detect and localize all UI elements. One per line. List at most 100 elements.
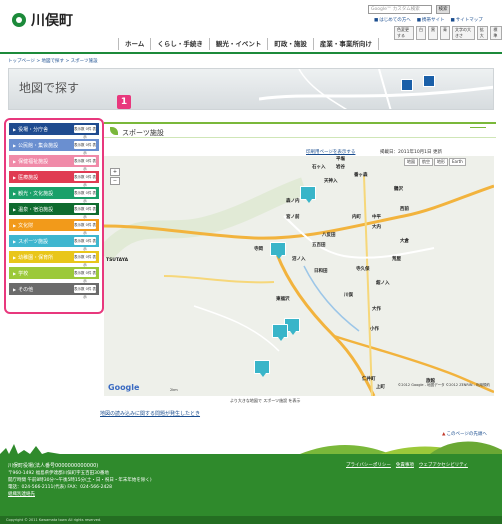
category-other[interactable]: ▶ その他 表示数 0件 表示 xyxy=(9,283,99,299)
map-roads xyxy=(104,156,494,396)
sitemap-link[interactable]: サイトマップ xyxy=(451,17,483,23)
nav-tourism[interactable]: 観光・イベント xyxy=(208,38,268,50)
font-standard-button[interactable]: 標準 xyxy=(490,26,502,40)
zoom-in-button[interactable]: + xyxy=(110,168,120,176)
category-label: 役場・分庁舎 xyxy=(18,126,49,133)
nav-living[interactable]: くらし・手続き xyxy=(150,38,209,50)
arrow-right-icon: ▶ xyxy=(13,126,17,132)
color-white-button[interactable]: 白 xyxy=(416,26,426,40)
map-place-label: 大内 xyxy=(372,225,381,230)
color-change-label: 色変更する xyxy=(394,26,414,40)
page-top-link[interactable]: このページの先頭へ xyxy=(442,431,486,437)
font-size-label: 文字の大きさ xyxy=(452,26,475,40)
google-map[interactable]: + − 地図 航空 地形 Earth 石ヶ入 岩谷 平塩 番ヶ森 天神入 森ノ内… xyxy=(104,156,494,396)
category-count-button[interactable]: 表示数 0件 表示 xyxy=(74,237,96,251)
larger-map-note[interactable]: より大きな地図で スポーツ施設 を表示 xyxy=(230,398,300,403)
category-cultural-asset[interactable]: ▶ 文化財 表示数 0件 表示 xyxy=(9,219,99,235)
search-input[interactable]: Google™ カスタム検索 xyxy=(368,5,432,14)
map-place-label: 天神入 xyxy=(324,179,338,184)
map-place-label: 東福沢 xyxy=(276,297,290,302)
category-government[interactable]: ▶ 役場・分庁舎 表示数 0件 表示 xyxy=(9,123,99,139)
category-label: スポーツ施設 xyxy=(18,238,48,245)
accessibility-link[interactable]: ウェブアクセシビリティ xyxy=(419,462,468,468)
map-search-banner: 地図で探す xyxy=(8,68,494,110)
site-header: 川俣町 Google™ カスタム検索 検索 はじめての方へ 携帯サイト サイトマ… xyxy=(0,0,502,40)
category-label: 学校 xyxy=(18,270,29,277)
category-label: 温泉・宿泊施設 xyxy=(18,206,54,213)
category-count-button[interactable]: 表示数 0件 表示 xyxy=(74,253,96,267)
map-problem-link[interactable]: 地図の読み込みに関する問題が発生したとき xyxy=(100,410,200,417)
font-enlarge-button[interactable]: 拡大 xyxy=(476,26,489,40)
site-logo[interactable]: 川俣町 xyxy=(12,10,73,30)
leaf-icon xyxy=(110,127,118,135)
site-footer: 川俣町役場(法人番号0000000000000) 〒960-1492 福島県伊達… xyxy=(0,456,502,524)
category-count-button[interactable]: 表示数 0件 表示 xyxy=(74,157,96,171)
category-count-button[interactable]: 表示数 0件 表示 xyxy=(74,205,96,219)
map-place-label: 西前 xyxy=(400,207,409,212)
map-place-label: 森ノ内 xyxy=(286,199,300,204)
sports-facility-marker[interactable] xyxy=(270,242,286,259)
map-place-label: 鶴沢 xyxy=(394,187,403,192)
hours-line: 開庁時間 午前8時30分～午後5時15分(土・日・祝日・年末年始を除く) xyxy=(8,478,152,483)
map-place-label: 八反田 xyxy=(322,233,336,238)
map-type-satellite[interactable]: 航空 xyxy=(419,158,433,166)
category-count-button[interactable]: 表示数 0件 表示 xyxy=(74,141,96,155)
map-copyright[interactable]: ©2012 Google - 地図データ ©2012 ZENRIN - 利用規約 xyxy=(398,383,490,388)
banner-pin-icon xyxy=(401,79,413,91)
privacy-policy-link[interactable]: プライバシーポリシー xyxy=(346,462,391,468)
beginners-link[interactable]: はじめての方へ xyxy=(374,17,411,23)
contacts-link[interactable]: 組織別連絡先 xyxy=(8,491,152,498)
category-sidebar: ▶ 役場・分庁舎 表示数 0件 表示 ▶ 公民館・集会施設 表示数 0件 表示 … xyxy=(4,118,104,314)
nav-business[interactable]: 産業・事業所向け xyxy=(312,38,379,50)
category-count-button[interactable]: 表示数 0件 表示 xyxy=(74,125,96,139)
category-label: 保健福祉施設 xyxy=(18,158,49,165)
map-place-label: 荒屋 xyxy=(392,257,401,262)
phone-line: 電話：024-566-2111(代表) FAX：024-566-2428 xyxy=(8,485,113,490)
logo-text: 川俣町 xyxy=(31,13,73,29)
arrow-right-icon: ▶ xyxy=(13,286,17,292)
arrow-right-icon: ▶ xyxy=(13,270,17,276)
category-count-button[interactable]: 表示数 0件 表示 xyxy=(74,189,96,203)
mobile-site-link[interactable]: 携帯サイト xyxy=(417,17,445,23)
color-blue-button[interactable]: 青 xyxy=(440,26,450,40)
category-label: その他 xyxy=(18,286,34,293)
breadcrumb[interactable]: トップページ > 地図で探す > スポーツ施設 xyxy=(8,58,98,64)
map-place-label: 舘ノ入 xyxy=(376,281,390,286)
category-community-hall[interactable]: ▶ 公民館・集会施設 表示数 0件 表示 xyxy=(9,139,99,155)
arrow-right-icon: ▶ xyxy=(13,222,17,228)
map-place-label: 上町 xyxy=(376,385,385,390)
banner-title: 地図で探す xyxy=(19,81,80,95)
map-type-terrain[interactable]: 地形 xyxy=(434,158,448,166)
category-sports[interactable]: ▶ スポーツ施設 表示数 0件 表示 xyxy=(9,235,99,251)
category-label: 公民館・集会施設 xyxy=(18,142,59,149)
sports-facility-marker[interactable] xyxy=(300,186,316,203)
category-school[interactable]: ▶ 学校 表示数 0件 表示 xyxy=(9,267,99,283)
sports-facility-marker[interactable] xyxy=(272,324,288,341)
nav-home[interactable]: ホーム xyxy=(118,38,150,50)
nav-government[interactable]: 町政・施設 xyxy=(267,38,313,50)
category-count-button[interactable]: 表示数 0件 表示 xyxy=(74,221,96,235)
sports-facility-marker[interactable] xyxy=(254,360,270,377)
footer-links: プライバシーポリシー 免責事項 ウェブアクセシビリティ xyxy=(346,462,468,468)
google-logo[interactable]: Google xyxy=(108,383,139,392)
map-type-map[interactable]: 地図 xyxy=(404,158,418,166)
map-type-earth[interactable]: Earth xyxy=(449,158,466,166)
disclaimer-link[interactable]: 免責事項 xyxy=(396,462,414,468)
larger-map-text: より大きな地図で スポーツ施設 を表示 xyxy=(230,398,300,404)
search-button[interactable]: 検索 xyxy=(436,5,450,14)
category-nursery[interactable]: ▶ 幼稚園・保育所 表示数 0件 表示 xyxy=(9,251,99,267)
category-count-button[interactable]: 表示数 0件 表示 xyxy=(74,173,96,187)
category-onsen[interactable]: ▶ 温泉・宿泊施設 表示数 0件 表示 xyxy=(9,203,99,219)
category-welfare[interactable]: ▶ 保健福祉施設 表示数 0件 表示 xyxy=(9,155,99,171)
zoom-control: + − xyxy=(110,168,120,186)
category-tourism[interactable]: ▶ 観光・文化施設 表示数 0件 表示 xyxy=(9,187,99,203)
category-medical[interactable]: ▶ 医療施設 表示数 0件 表示 xyxy=(9,171,99,187)
category-count-button[interactable]: 表示数 0件 表示 xyxy=(74,285,96,299)
category-label: 幼稚園・保育所 xyxy=(18,254,54,261)
category-count-button[interactable]: 表示数 0件 表示 xyxy=(74,269,96,283)
print-link[interactable]: 印刷用ページを表示する xyxy=(306,149,355,155)
map-type-control: 地図 航空 地形 Earth xyxy=(404,158,466,166)
map-place-label: 仁井町 xyxy=(362,377,376,382)
zoom-out-button[interactable]: − xyxy=(110,177,120,185)
color-black-button[interactable]: 黒 xyxy=(428,26,438,40)
